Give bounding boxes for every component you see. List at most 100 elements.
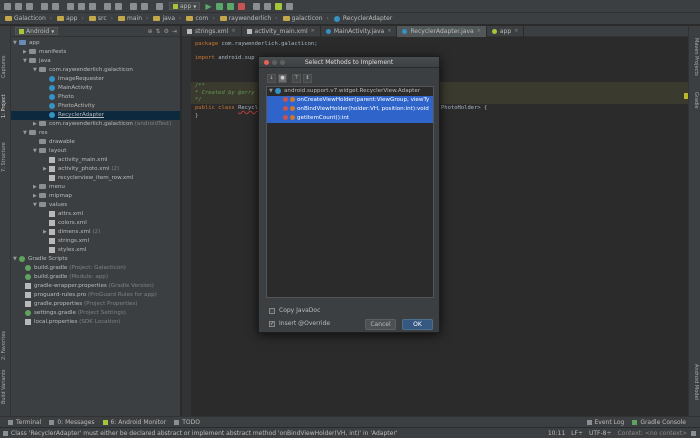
line-separator[interactable]: LF÷	[571, 430, 583, 437]
breadcrumb-item[interactable]: app	[57, 15, 77, 22]
tree-item-file[interactable]: colors.xml	[49, 219, 87, 228]
tree-item-gradle-scripts[interactable]: ▼ Gradle Scripts	[13, 255, 68, 264]
tree-item-folder[interactable]: ▼ values	[33, 201, 67, 210]
breadcrumb-item[interactable]: galacticon	[282, 15, 323, 22]
android-device-monitor-icon[interactable]	[274, 2, 282, 10]
collapse-all-icon[interactable]: ⇕	[303, 73, 312, 83]
breadcrumb-item[interactable]: main	[118, 15, 142, 22]
forward-icon[interactable]	[141, 2, 148, 10]
breadcrumb-item[interactable]: Galacticon	[5, 15, 46, 22]
method-row[interactable]: onCreateViewHolder(parent:ViewGroup, vie…	[267, 96, 433, 105]
run-icon[interactable]: ▶	[205, 2, 211, 11]
tree-item-folder[interactable]: ▼ layout	[33, 147, 66, 156]
panels-toggle-icon[interactable]	[3, 430, 8, 436]
open-icon[interactable]	[4, 2, 11, 10]
sync-scroll-icon[interactable]: ⊕	[148, 28, 153, 35]
copy-javadoc-checkbox[interactable]	[269, 307, 275, 314]
zoom-window-icon[interactable]	[280, 60, 285, 65]
tree-item-file[interactable]: local.properties (SDK Location)	[25, 318, 120, 327]
breadcrumb-item[interactable]: RecyclerAdapter	[333, 15, 392, 22]
breadcrumb-item[interactable]: java	[153, 15, 175, 22]
tree-item-file[interactable]: proguard-rules.pro (ProGuard Rules for a…	[25, 291, 157, 300]
breadcrumb-item[interactable]: raywenderlich	[219, 15, 271, 22]
run-config-select[interactable]: app ▼	[169, 2, 201, 10]
collapse-icon[interactable]: ⇅	[156, 28, 161, 35]
tree-item-java[interactable]: ▼ java	[23, 57, 51, 66]
close-icon[interactable]: ×	[477, 28, 481, 34]
tree-item-class[interactable]: ImageRequester	[49, 75, 104, 84]
tree-item-class[interactable]: Photo	[49, 93, 74, 102]
sync-icon[interactable]	[26, 2, 33, 10]
tree-item-file[interactable]: styles.xml	[49, 246, 86, 255]
avd-manager-icon[interactable]	[252, 2, 260, 10]
caret-position[interactable]: 10:11	[548, 430, 565, 437]
undo-icon[interactable]	[41, 2, 48, 10]
close-icon[interactable]: ×	[514, 28, 518, 34]
close-window-icon[interactable]	[264, 60, 269, 65]
breadcrumb-item[interactable]: com	[186, 15, 208, 22]
debug-icon[interactable]	[215, 2, 223, 10]
find-icon[interactable]	[104, 2, 111, 10]
show-classes-icon[interactable]: ●	[278, 73, 287, 83]
hide-panel-icon[interactable]: ⇥	[172, 28, 177, 35]
stop-icon[interactable]	[237, 2, 245, 10]
messages-tab[interactable]: 0: Messages	[49, 419, 95, 426]
cancel-button[interactable]: Cancel	[365, 319, 396, 330]
tree-item-file[interactable]: settings.gradle (Project Settings)	[25, 309, 126, 318]
copy-icon[interactable]	[78, 2, 85, 10]
close-icon[interactable]: ×	[387, 28, 391, 34]
tree-item-file[interactable]: ▶ dimens.xml (2)	[43, 228, 100, 237]
attach-debugger-icon[interactable]	[226, 2, 234, 10]
tree-item-package[interactable]: ▼ com.raywenderlich.galacticon	[33, 66, 133, 75]
method-row[interactable]: onBindViewHolder(holder:VH, position:int…	[267, 105, 433, 114]
close-icon[interactable]: ×	[231, 28, 235, 34]
tree-item-file[interactable]: ▶ activity_photo.xml (2)	[43, 165, 119, 174]
tree-item-file[interactable]: strings.xml	[49, 237, 89, 246]
tab-app[interactable]: app ×	[487, 25, 525, 37]
tree-item-file[interactable]: recyclerview_item_row.xml	[49, 174, 133, 183]
project-view-select[interactable]: Android ▼	[15, 27, 59, 35]
insert-override-option[interactable]: ✓ Insert @Override	[269, 320, 330, 327]
method-row[interactable]: getItemCount():int	[267, 114, 433, 123]
tree-item-class[interactable]: MainActivity	[49, 84, 92, 93]
cut-icon[interactable]	[67, 2, 74, 10]
tree-item-manifests[interactable]: ▶ manifests	[23, 48, 66, 57]
tree-item-folder[interactable]: drawable	[33, 138, 75, 147]
gradle-console-tab[interactable]: Gradle Console	[632, 419, 686, 426]
lock-icon[interactable]	[691, 430, 696, 436]
tree-item-app[interactable]: ▼ app	[13, 39, 40, 48]
copy-javadoc-option[interactable]: Copy JavaDoc	[269, 307, 320, 314]
insert-override-checkbox[interactable]: ✓	[269, 320, 275, 327]
replace-icon[interactable]	[115, 2, 122, 10]
tree-item-class[interactable]: PhotoActivity	[49, 102, 95, 111]
file-encoding[interactable]: UTF-8÷	[589, 430, 612, 437]
android-model-tab[interactable]: Android Model	[693, 364, 699, 400]
maven-projects-tab[interactable]: Maven Projects	[693, 38, 699, 76]
tree-item-file[interactable]: gradle.properties (Project Properties)	[25, 300, 138, 309]
redo-icon[interactable]	[52, 2, 59, 10]
error-stripe-marker[interactable]	[684, 93, 688, 99]
settings-gear-icon[interactable]: ⚙	[164, 28, 169, 35]
tree-item-selected[interactable]: RecyclerAdapter	[11, 111, 180, 120]
breadcrumb-item[interactable]: src	[88, 15, 107, 22]
ok-button[interactable]: OK	[402, 319, 433, 330]
tab-recycleradapter-java[interactable]: RecyclerAdapter.java ×	[397, 25, 487, 37]
tree-item-file[interactable]: build.gradle (Module: app)	[25, 273, 108, 282]
android-monitor-tab[interactable]: 6: Android Monitor	[102, 419, 166, 426]
build-variants-tab[interactable]: Build Variants	[1, 370, 7, 404]
terminal-tab[interactable]: Terminal	[8, 419, 41, 426]
tree-item-file[interactable]: activity_main.xml	[49, 156, 107, 165]
context-indicator[interactable]: Context: <no context>	[618, 430, 687, 437]
tab-strings-xml[interactable]: strings.xml ×	[182, 25, 242, 37]
tree-item-res[interactable]: ▼ res	[23, 129, 48, 138]
save-icon[interactable]	[15, 2, 22, 10]
expand-all-icon[interactable]: ⊤	[292, 73, 301, 83]
gradle-tab[interactable]: Gradle	[693, 92, 699, 109]
tab-activity-main-xml[interactable]: activity_main.xml ×	[242, 25, 321, 37]
tree-item-folder[interactable]: ▶ mipmap	[33, 192, 72, 201]
class-tree-node[interactable]: ▼ android.support.v7.widget.RecyclerView.…	[267, 87, 433, 96]
methods-list[interactable]: ▼ android.support.v7.widget.RecyclerView.…	[266, 86, 434, 298]
back-icon[interactable]	[130, 2, 137, 10]
paste-icon[interactable]	[89, 2, 96, 10]
tree-item-package[interactable]: ▶ com.raywenderlich.galacticon (androidTe…	[33, 120, 171, 129]
